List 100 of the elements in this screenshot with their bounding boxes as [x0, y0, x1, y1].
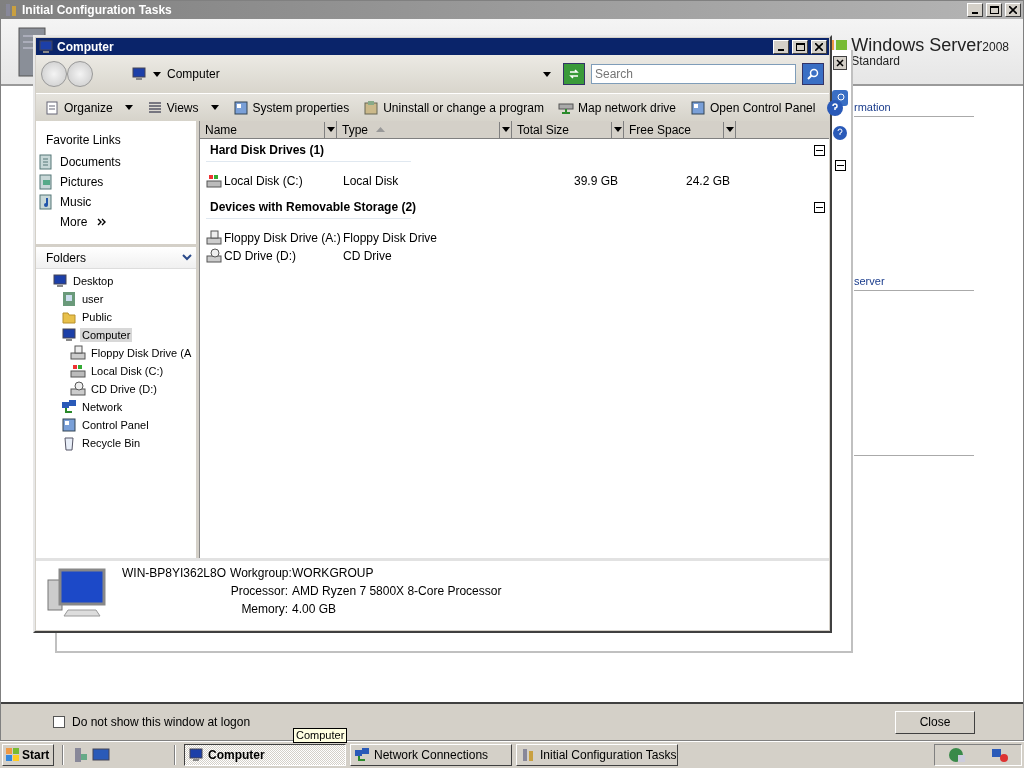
monitor-icon — [38, 38, 54, 55]
caret-icon — [613, 127, 622, 132]
search-field[interactable]: Search — [590, 64, 797, 84]
taskbar-button[interactable]: Initial Configuration Tasks — [516, 744, 678, 766]
cd-drive-icon — [206, 248, 222, 264]
link[interactable]: rmation — [854, 101, 891, 113]
help-icon[interactable] — [827, 99, 844, 116]
close-button[interactable]: Close — [895, 710, 975, 734]
edition-label: Standard — [851, 54, 901, 68]
views-icon — [146, 99, 163, 116]
table-cell-text: 24.2 GB — [684, 174, 731, 188]
caret-icon — [153, 71, 161, 77]
column-header[interactable]: Type — [337, 121, 512, 138]
maximize-button[interactable] — [792, 39, 808, 54]
floppy-drive-icon — [70, 345, 86, 361]
link[interactable]: server — [854, 275, 885, 287]
organize-icon — [44, 99, 60, 116]
refresh-button[interactable] — [563, 63, 585, 85]
close-icon[interactable] — [833, 56, 847, 70]
checkbox[interactable] — [53, 716, 65, 728]
windows-flag-icon — [6, 748, 20, 762]
table-cell-text: 39.9 GB — [572, 174, 619, 188]
caret-icon — [210, 105, 219, 110]
folder-tree-item[interactable]: Floppy Disk Drive (A — [89, 346, 194, 360]
toolbar-button[interactable]: Map network drive — [555, 97, 678, 118]
window-title: Initial Configuration Tasks — [22, 3, 173, 17]
recycle-bin-icon — [61, 435, 77, 451]
collapse-icon[interactable] — [834, 160, 846, 171]
monitor-icon — [188, 747, 204, 763]
chevron-icon — [97, 218, 107, 226]
toolbar-button[interactable]: Views — [144, 97, 221, 118]
music-icon — [38, 194, 54, 210]
toolbar-button[interactable]: Open Control Panel — [688, 97, 818, 118]
search-icon — [807, 68, 820, 80]
minimize-button[interactable] — [773, 39, 789, 54]
search-button[interactable] — [802, 63, 824, 85]
monitor-icon — [131, 66, 147, 82]
folder-tree-item[interactable]: Network — [80, 400, 125, 414]
caret-icon — [326, 127, 335, 132]
folder-tree-item[interactable]: user — [80, 292, 106, 306]
folder-tree-item[interactable]: Local Disk (C:) — [89, 364, 166, 378]
table-cell[interactable]: Local Disk (C:) — [200, 173, 337, 189]
close-button[interactable] — [1005, 3, 1021, 17]
pane-title: Folders — [46, 250, 86, 265]
favorite-link[interactable]: Documents — [38, 154, 196, 170]
checkbox-label: Do not show this window at logon — [72, 715, 251, 729]
start-button[interactable]: Start — [2, 744, 54, 766]
show-desktop-icon[interactable] — [92, 747, 110, 763]
detail-value: AMD Ryzen 7 5800X 8-Core Processor — [292, 584, 502, 598]
taskbar-button[interactable]: Network Connections — [350, 744, 512, 766]
toolbar-button[interactable]: Uninstall or change a program — [361, 97, 546, 118]
monitor-icon — [61, 327, 77, 343]
user-folder-icon — [61, 291, 77, 307]
monitor-icon — [52, 273, 68, 289]
folder-tree-item[interactable]: CD Drive (D:) — [89, 382, 159, 396]
detail-value: 4.00 GB — [292, 602, 338, 616]
close-button[interactable] — [811, 39, 827, 54]
folder-tree-item[interactable]: Control Panel — [80, 418, 151, 432]
program-box-icon — [363, 99, 380, 116]
taskbar-button[interactable]: Computer — [184, 744, 346, 766]
window-title: Computer — [57, 39, 115, 54]
folder-tree-item[interactable]: Desktop — [71, 274, 116, 288]
caret-icon — [543, 71, 552, 77]
maximize-icon — [989, 6, 999, 14]
group-header: Hard Disk Drives (1) — [210, 143, 325, 157]
pictures-icon — [38, 174, 54, 190]
computer-icon — [46, 566, 108, 620]
folder-tree-item[interactable]: Public — [80, 310, 114, 324]
address-bar[interactable]: Computer — [125, 63, 558, 85]
column-header[interactable]: Total Size — [512, 121, 624, 138]
refresh-icon — [568, 68, 581, 80]
help-icon[interactable] — [833, 126, 847, 140]
hard-drive-icon — [70, 363, 86, 379]
toolbar-button[interactable]: Organize — [42, 97, 135, 118]
minimize-button[interactable] — [967, 3, 983, 17]
documents-icon — [38, 154, 54, 170]
product-name: Windows Server2008 — [851, 35, 1009, 55]
hard-drive-icon — [206, 173, 222, 189]
close-icon — [1009, 6, 1017, 14]
favorite-link[interactable]: Music — [38, 194, 196, 210]
column-header[interactable]: Name — [200, 121, 337, 138]
maximize-button[interactable] — [986, 3, 1002, 17]
detail-label: Memory: — [240, 602, 289, 616]
folder-tree-item[interactable]: Recycle Bin — [80, 436, 143, 450]
pane-title: Favorite Links — [45, 133, 122, 147]
table-cell-text: CD Drive — [342, 249, 393, 263]
folder-tree-item[interactable]: Computer — [80, 328, 133, 342]
tooltip: Computer — [293, 728, 348, 743]
chevron-down-icon[interactable] — [182, 254, 192, 261]
more-link[interactable]: More — [38, 214, 196, 230]
computer-name: WIN-BP8YI362L8O — [122, 566, 227, 580]
toolbar-button[interactable]: System properties — [230, 97, 352, 118]
collapse-icon[interactable] — [814, 201, 825, 213]
favorite-link[interactable]: Pictures — [38, 174, 196, 190]
table-cell[interactable]: CD Drive (D:) — [200, 248, 337, 264]
collapse-icon[interactable] — [814, 144, 825, 156]
caret-icon — [501, 127, 510, 132]
minimize-icon — [972, 12, 978, 14]
maximize-icon — [795, 42, 805, 51]
column-header[interactable]: Free Space — [624, 121, 736, 138]
